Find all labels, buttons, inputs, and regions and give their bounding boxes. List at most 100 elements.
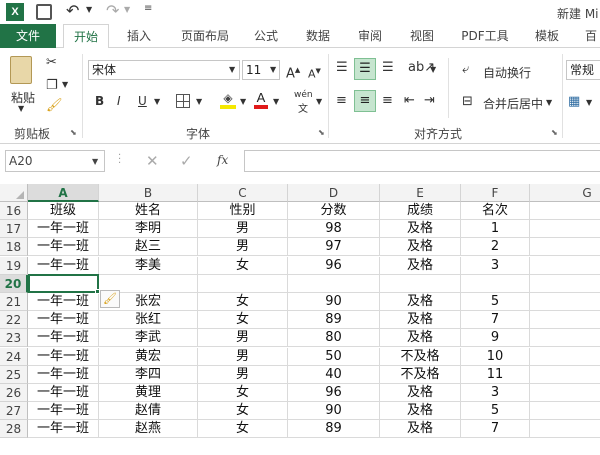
row-header[interactable]: 16	[0, 202, 28, 220]
tab-home[interactable]: 开始	[63, 24, 109, 49]
decrease-indent-icon[interactable]: ⇤	[404, 93, 415, 109]
row-header[interactable]: 20	[0, 274, 28, 293]
tab-file[interactable]: 文件	[0, 24, 56, 48]
cell[interactable]: 3	[461, 384, 530, 402]
cell[interactable]: 及格	[380, 238, 461, 257]
cell[interactable]: 分数	[288, 202, 380, 220]
column-header-b[interactable]: B	[99, 184, 198, 202]
tab-view[interactable]: 视图	[405, 24, 439, 48]
cell[interactable]	[461, 274, 530, 293]
cell[interactable]: 及格	[380, 256, 461, 275]
increase-font-icon[interactable]: A▲	[286, 62, 300, 82]
cell[interactable]: 男	[198, 220, 288, 239]
cell[interactable]: 9	[461, 329, 530, 348]
cell[interactable]: 不及格	[380, 365, 461, 384]
italic-button[interactable]: I	[116, 93, 122, 109]
cell[interactable]: 2	[461, 238, 530, 257]
cell[interactable]: 男	[198, 329, 288, 348]
cell[interactable]	[530, 220, 600, 239]
cell[interactable]	[198, 274, 288, 293]
align-right-icon[interactable]: ≡	[382, 93, 393, 109]
cell[interactable]: 1	[461, 220, 530, 239]
row-header[interactable]: 17	[0, 220, 28, 239]
cell[interactable]: 不及格	[380, 347, 461, 366]
cell[interactable]: 男	[198, 238, 288, 257]
cell[interactable]: 及格	[380, 329, 461, 348]
cell[interactable]: 89	[288, 420, 380, 439]
cell[interactable]: 黄理	[99, 384, 198, 402]
cell[interactable]: 10	[461, 347, 530, 366]
redo-icon[interactable]: ↷	[106, 1, 119, 20]
undo-dropdown-icon[interactable]: ▼	[86, 5, 92, 14]
phonetic-guide-icon[interactable]: wén	[294, 90, 313, 100]
cell[interactable]: 一年一班	[28, 365, 99, 384]
clipboard-launcher-icon[interactable]: ⬊	[70, 128, 77, 137]
cell[interactable]: 90	[288, 402, 380, 421]
cell[interactable]: 一年一班	[28, 402, 99, 421]
cell[interactable]	[530, 420, 600, 439]
tab-data[interactable]: 数据	[301, 24, 335, 48]
tab-insert[interactable]: 插入	[119, 24, 159, 48]
cell[interactable]: 一年一班	[28, 311, 99, 330]
cell[interactable]: 7	[461, 420, 530, 439]
cut-icon[interactable]: ✂	[46, 55, 57, 71]
cell[interactable]	[530, 311, 600, 330]
cell[interactable]: 女	[198, 293, 288, 311]
currency-format-icon[interactable]: ▦	[568, 94, 580, 110]
align-center-icon[interactable]: ≡	[354, 90, 376, 112]
formula-input[interactable]	[244, 150, 600, 172]
save-icon[interactable]	[36, 4, 52, 20]
paste-icon[interactable]	[10, 56, 32, 84]
cell[interactable]: 李四	[99, 365, 198, 384]
cell[interactable]	[530, 329, 600, 348]
number-format-select[interactable]: 常规	[566, 60, 600, 80]
cell[interactable]: 11	[461, 365, 530, 384]
align-top-icon[interactable]: ☰	[336, 60, 348, 76]
font-name-select[interactable]: 宋体	[88, 60, 240, 80]
tab-pdf-tools[interactable]: PDF工具	[457, 24, 513, 48]
cell[interactable]	[530, 257, 600, 275]
tab-more[interactable]: 百	[582, 24, 600, 48]
cell[interactable]: 90	[288, 293, 380, 311]
increase-indent-icon[interactable]: ⇥	[424, 93, 435, 109]
paste-options-button[interactable]: 🖌	[100, 290, 120, 308]
selected-cell[interactable]	[28, 274, 99, 293]
align-left-icon[interactable]: ≡	[336, 93, 347, 109]
decrease-font-icon[interactable]: A▼	[308, 63, 321, 83]
format-painter-icon[interactable]: 🖌	[46, 98, 63, 114]
borders-dropdown-icon[interactable]: ▼	[196, 97, 202, 106]
fill-color-icon[interactable]: ◈	[220, 91, 236, 109]
row-header[interactable]: 22	[0, 311, 28, 330]
column-header-e[interactable]: E	[380, 184, 461, 202]
cell[interactable]	[530, 366, 600, 384]
row-header[interactable]: 23	[0, 329, 28, 348]
cell[interactable]: 李美	[99, 256, 198, 275]
tab-templates[interactable]: 模板	[529, 24, 565, 48]
customize-toolbar-icon[interactable]: ≡	[144, 3, 152, 14]
cell[interactable]: 性别	[198, 202, 288, 220]
cell[interactable]: 50	[288, 347, 380, 366]
paste-dropdown-icon[interactable]: ▼	[18, 104, 24, 113]
cell[interactable]: 男	[198, 365, 288, 384]
copy-dropdown-icon[interactable]: ▼	[62, 80, 68, 89]
column-header-a[interactable]: A	[28, 184, 99, 202]
bold-button[interactable]: B	[94, 93, 105, 109]
cell[interactable]: 5	[461, 402, 530, 421]
cell[interactable]: 及格	[380, 420, 461, 439]
cell[interactable]: 一年一班	[28, 420, 99, 439]
cell[interactable]: 96	[288, 384, 380, 402]
cell[interactable]: 80	[288, 329, 380, 348]
cancel-icon[interactable]: ✕	[146, 152, 159, 170]
merge-center-icon[interactable]: ⊟	[462, 94, 473, 110]
cell[interactable]: 赵燕	[99, 420, 198, 439]
cell[interactable]: 赵倩	[99, 402, 198, 421]
cell[interactable]	[530, 238, 600, 257]
cell[interactable]: 女	[198, 384, 288, 402]
cell[interactable]: 姓名	[99, 202, 198, 220]
align-middle-icon[interactable]: ☰	[354, 58, 376, 80]
row-header[interactable]: 27	[0, 402, 28, 421]
cell[interactable]: 一年一班	[28, 347, 99, 366]
cell[interactable]: 张红	[99, 311, 198, 330]
cell[interactable]: 及格	[380, 220, 461, 239]
cell[interactable]: 一年一班	[28, 256, 99, 275]
